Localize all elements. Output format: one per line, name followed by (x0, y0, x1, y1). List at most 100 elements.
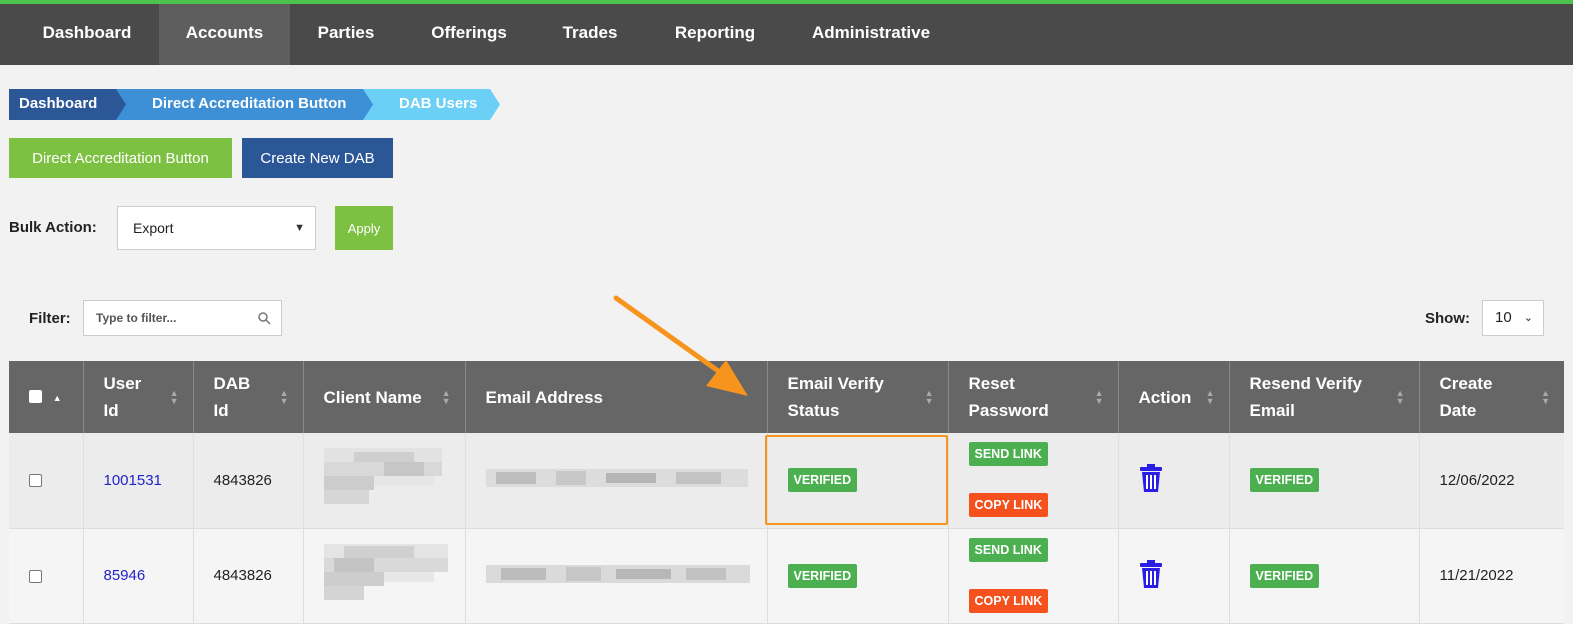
header-email[interactable]: Email Address (465, 361, 768, 433)
email-cell (465, 433, 768, 529)
breadcrumb-dashboard-label: Dashboard (19, 95, 98, 112)
dab-id-cell: 4843826 (193, 528, 304, 624)
bulk-action-label: Bulk Action: (9, 219, 97, 236)
table-row: 1001531 4843826 VERIFIED SEND LINK COPY … (9, 433, 1564, 529)
header-reset-line1: Reset (968, 374, 1015, 393)
bulk-action-select[interactable]: Export ▼ (117, 206, 316, 250)
dab-users-table: ▲ User Id ▲ ▼ DAB Id ▲ ▼ Client Name ▲ ▼ Email A… (9, 361, 1564, 624)
filter-placeholder: Type to filter... (96, 311, 177, 325)
header-resend[interactable]: Resend Verify Email ▲ ▼ (1229, 361, 1420, 433)
bulk-action-value: Export (133, 220, 174, 236)
header-email-label: Email Address (485, 387, 603, 407)
filter-label: Filter: (29, 310, 71, 327)
apply-button[interactable]: Apply (335, 206, 393, 250)
select-all-checkbox[interactable] (29, 390, 42, 404)
header-client-name[interactable]: Client Name ▲ ▼ (303, 361, 466, 433)
resend-verified-badge[interactable]: VERIFIED (1249, 468, 1320, 493)
show-label: Show: (1425, 310, 1470, 327)
reset-password-cell: SEND LINK COPY LINK (948, 528, 1119, 624)
header-resend-line2: Email (1249, 401, 1295, 420)
header-reset-password[interactable]: Reset Password ▲ ▼ (948, 361, 1119, 433)
header-resend-line1: Resend Verify (1249, 374, 1362, 393)
trash-icon[interactable] (1139, 559, 1163, 588)
send-link-button[interactable]: SEND LINK (968, 537, 1048, 562)
search-icon (258, 312, 271, 325)
header-reset-line2: Password (968, 401, 1049, 420)
nav-offerings[interactable]: Offerings (418, 4, 520, 65)
verified-badge: VERIFIED (787, 563, 858, 588)
filter-input[interactable]: Type to filter... (83, 300, 282, 336)
top-nav: Dashboard Accounts Parties Offerings Tra… (0, 0, 1573, 65)
nav-dashboard[interactable]: Dashboard (17, 4, 157, 65)
resend-cell: VERIFIED (1229, 433, 1420, 529)
header-date-line1: Create (1439, 374, 1493, 393)
select-all-header: ▲ (9, 361, 84, 433)
direct-accreditation-button[interactable]: Direct Accreditation Button (9, 138, 232, 178)
copy-link-button[interactable]: COPY LINK (968, 493, 1049, 517)
copy-link-button[interactable]: COPY LINK (968, 588, 1049, 613)
client-name-cell (303, 433, 466, 529)
header-email-verify[interactable]: Email Verify Status ▲ ▼ (767, 361, 949, 433)
nav-reporting[interactable]: Reporting (660, 4, 770, 65)
redacted-email (485, 469, 748, 488)
header-user-id-line1: User (103, 374, 142, 393)
redacted-email (485, 564, 750, 583)
sort-icon: ▲ ▼ (924, 388, 934, 406)
chevron-down-icon: ⌄ (1523, 312, 1533, 324)
chevron-down-icon: ▼ (294, 222, 305, 234)
resend-cell: VERIFIED (1229, 528, 1420, 624)
page-size-select[interactable]: 10 ⌄ (1482, 300, 1544, 336)
trash-icon[interactable] (1139, 464, 1163, 493)
header-action-label: Action (1138, 387, 1192, 407)
table-row: 85946 4843826 VERIFIED SEND LINK COPY LI… (9, 528, 1564, 624)
page-size-value: 10 (1495, 309, 1512, 326)
dab-id-cell: 4843826 (193, 433, 304, 529)
sort-icon: ▲ ▼ (1541, 388, 1550, 406)
email-verify-cell: VERIFIED (767, 433, 949, 529)
breadcrumb-dab-label: Direct Accreditation Button (152, 95, 347, 112)
header-email-verify-line1: Email Verify (787, 374, 884, 393)
header-dab-id[interactable]: DAB Id ▲ ▼ (193, 361, 304, 433)
resend-verified-badge[interactable]: VERIFIED (1249, 563, 1320, 588)
sort-icon: ▲ ▼ (279, 388, 289, 406)
breadcrumb-dab-users-label: DAB Users (399, 95, 478, 112)
create-new-dab-button[interactable]: Create New DAB (242, 138, 393, 178)
user-id-link[interactable]: 1001531 (104, 472, 162, 489)
redacted-client-name (323, 448, 442, 505)
send-link-button[interactable]: SEND LINK (968, 442, 1048, 466)
nav-trades[interactable]: Trades (545, 4, 635, 65)
nav-parties[interactable]: Parties (295, 4, 397, 65)
breadcrumb-dashboard[interactable]: Dashboard (9, 89, 127, 120)
row-select-cell (9, 433, 84, 529)
verified-badge: VERIFIED (787, 468, 858, 493)
email-cell (465, 528, 768, 624)
sort-up-icon[interactable]: ▲ (53, 393, 62, 403)
header-date-line2: Date (1439, 401, 1477, 420)
header-user-id[interactable]: User Id ▲ ▼ (83, 361, 194, 433)
sort-icon: ▲ ▼ (1094, 388, 1104, 406)
header-client-name-label: Client Name (323, 387, 422, 407)
nav-accounts[interactable]: Accounts (159, 4, 290, 65)
action-cell (1118, 528, 1230, 624)
header-user-id-line2: Id (103, 401, 119, 420)
row-checkbox[interactable] (29, 569, 42, 583)
sort-icon: ▲ ▼ (169, 388, 179, 406)
client-name-cell (303, 528, 466, 624)
breadcrumb-dab-users[interactable]: DAB Users (363, 89, 500, 120)
reset-password-cell: SEND LINK COPY LINK (948, 433, 1119, 529)
row-select-cell (9, 528, 84, 624)
sort-icon: ▲ ▼ (1395, 388, 1405, 406)
header-create-date[interactable]: Create Date ▲ ▼ (1419, 361, 1564, 433)
redacted-client-name (323, 543, 448, 600)
breadcrumb-dab[interactable]: Direct Accreditation Button (116, 89, 374, 120)
create-date-cell: 11/21/2022 (1419, 528, 1564, 624)
user-id-link[interactable]: 85946 (104, 567, 146, 584)
row-checkbox[interactable] (29, 474, 42, 488)
nav-administrative[interactable]: Administrative (797, 4, 945, 65)
sort-icon: ▲ ▼ (441, 388, 451, 406)
header-action[interactable]: Action ▲ ▼ (1118, 361, 1230, 433)
table-header-row: ▲ User Id ▲ ▼ DAB Id ▲ ▼ Client Name ▲ ▼ Email A… (9, 361, 1564, 433)
sort-icon: ▲ ▼ (1205, 388, 1215, 406)
header-dab-id-line1: DAB (213, 374, 251, 393)
header-dab-id-line2: Id (213, 401, 229, 420)
